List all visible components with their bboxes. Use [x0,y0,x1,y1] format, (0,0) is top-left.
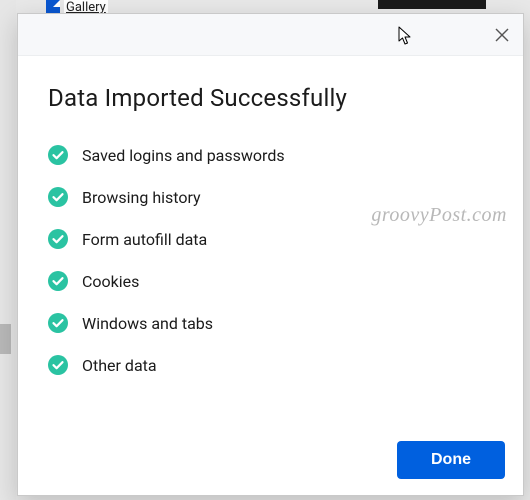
list-item-label: Windows and tabs [82,314,213,333]
close-icon [495,28,509,42]
list-item-label: Saved logins and passwords [82,146,285,165]
check-circle-icon [48,145,68,165]
dialog-body: Data Imported Successfully Saved logins … [18,56,523,429]
check-circle-icon [48,355,68,375]
dialog-header [18,14,523,56]
list-item-label: Other data [82,356,157,375]
list-item-label: Form autofill data [82,230,207,249]
list-item: Windows and tabs [48,302,493,344]
check-circle-icon [48,313,68,333]
background-left-marker [0,324,11,354]
list-item: Other data [48,344,493,386]
close-button[interactable] [489,22,515,48]
list-item: Cookies [48,260,493,302]
list-item-label: Cookies [82,272,139,291]
done-button[interactable]: Done [397,441,505,479]
list-item: Saved logins and passwords [48,134,493,176]
list-item-label: Browsing history [82,188,201,207]
import-success-dialog: Data Imported Successfully Saved logins … [17,13,524,496]
background-right-fragment [378,0,486,9]
dialog-title: Data Imported Successfully [48,84,493,112]
check-circle-icon [48,187,68,207]
list-item: Form autofill data [48,218,493,260]
background-left-strip [0,0,16,500]
imported-items-list: Saved logins and passwords Browsing hist… [48,134,493,386]
check-circle-icon [48,229,68,249]
list-item: Browsing history [48,176,493,218]
check-circle-icon [48,271,68,291]
dialog-footer: Done [18,429,523,495]
background-app-icon [46,0,60,14]
